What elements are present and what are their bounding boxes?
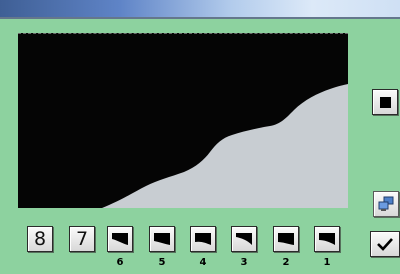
digit-key-label: 8 <box>33 227 47 250</box>
checkmark-icon <box>377 238 393 251</box>
level-button-3[interactable] <box>231 226 257 252</box>
level-label-6: 6 <box>116 257 124 268</box>
level-label-4: 4 <box>199 257 207 268</box>
digit-key-label: 7 <box>75 227 89 250</box>
level-button-5[interactable] <box>149 226 175 252</box>
level-label-3: 3 <box>240 257 248 268</box>
level-button-2[interactable] <box>273 226 299 252</box>
digit-key-8[interactable]: 8 <box>27 226 53 252</box>
profile-curve-icon <box>154 233 170 245</box>
settings-button[interactable] <box>373 191 399 217</box>
level-label-2: 2 <box>282 257 290 268</box>
stop-icon <box>379 96 391 108</box>
digit-key-7[interactable]: 7 <box>69 226 95 252</box>
profile-chart <box>102 84 348 208</box>
level-button-1[interactable] <box>314 226 340 252</box>
profile-curve-icon <box>278 233 294 245</box>
profile-curve-icon <box>319 233 335 245</box>
level-button-6[interactable] <box>107 226 133 252</box>
level-button-4[interactable] <box>190 226 216 252</box>
profile-curve-icon <box>195 233 211 245</box>
window-top-strip <box>0 0 400 19</box>
profile-area <box>102 84 348 208</box>
level-label-1: 1 <box>323 257 331 268</box>
profile-curve-icon <box>112 233 128 245</box>
level-label-5: 5 <box>158 257 166 268</box>
profile-display <box>18 33 348 208</box>
computer-settings-icon <box>378 196 394 211</box>
stop-button[interactable] <box>372 89 398 115</box>
profile-curve-icon <box>236 233 252 245</box>
confirm-button[interactable] <box>370 231 400 257</box>
